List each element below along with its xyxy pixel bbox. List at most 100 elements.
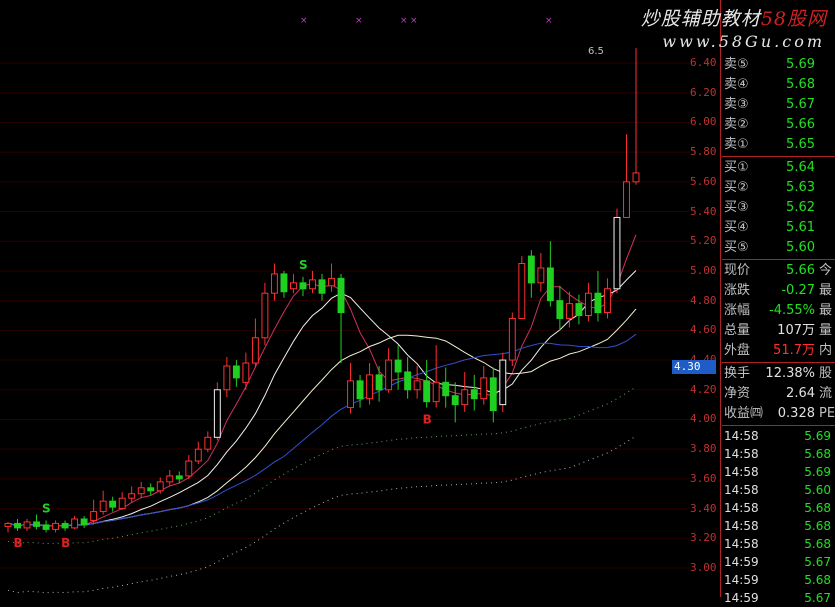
tick-row: 14:59 5.67: [722, 553, 835, 571]
tick-time: 14:58: [724, 483, 759, 497]
chart-canvas[interactable]: × × × × ×BSBSB: [0, 0, 690, 597]
candle-body: [613, 216, 621, 290]
price-axis-label: 6.20: [690, 85, 717, 99]
quote-panel: 卖⑤ 5.69 卖④ 5.68 卖③ 5.67 卖② 5.66 卖① 5.65 买① 5.64 买② 5.…: [722, 55, 835, 605]
stat-row-cut-label: 流: [819, 386, 833, 401]
candle-body: [33, 521, 40, 527]
candle-body: [366, 374, 374, 400]
candle-body: [489, 377, 497, 412]
tick-row: 14:58 5.68: [722, 517, 835, 535]
quote-row-cut-label: 内: [819, 343, 833, 358]
candle-body: [394, 359, 402, 373]
quote-row-label: 涨幅: [724, 303, 751, 318]
candle-body: [537, 267, 545, 284]
order-book-ask-label: 卖③: [724, 97, 749, 112]
tick-row: 14:58 5.68: [722, 499, 835, 517]
order-book-ask-label: 卖①: [724, 137, 749, 152]
quote-row: 总量 107万量: [722, 321, 835, 341]
top-marker: ×: [410, 16, 418, 26]
candle-body: [442, 381, 450, 397]
candle-body: [213, 389, 221, 438]
quote-row-cut-label: 量: [819, 323, 833, 338]
signal-marker: S: [299, 258, 308, 272]
tick-time: 14:59: [724, 573, 759, 587]
price-axis-label: 3.40: [690, 501, 717, 515]
candle-body: [565, 303, 573, 319]
tick-price: 5.68: [804, 519, 831, 533]
order-book-bid-value: 5.63: [786, 180, 815, 195]
stat-row-cut-label: 股: [819, 366, 833, 381]
panel-separator: [722, 362, 835, 363]
stat-row-cut-label: PE: [819, 406, 835, 421]
candle-body: [594, 292, 602, 314]
candle-body: [546, 267, 554, 302]
order-book-bid-label: 买②: [724, 180, 749, 195]
candle-body: [156, 481, 164, 492]
panel-separator: [722, 425, 835, 426]
signal-marker: B: [14, 536, 23, 550]
ma10-line: [7, 270, 637, 527]
stat-row-value: 12.38%: [765, 366, 815, 381]
ma60-dotted-line: [7, 435, 637, 594]
quote-row-label: 外盘: [724, 343, 751, 358]
price-axis-label: 5.80: [690, 145, 717, 159]
candlestick-chart[interactable]: × × × × × B S B S B: [0, 0, 720, 597]
stat-row: 净资 2.64 流: [722, 384, 835, 404]
candle-body: [413, 380, 421, 391]
watermark: 炒股辅助教材58股网 www.58Gu.com: [600, 0, 835, 60]
tick-price: 5.67: [804, 591, 831, 605]
candle-body: [623, 181, 630, 218]
panel-separator: [722, 259, 835, 260]
tick-price: 5.68: [804, 447, 831, 461]
order-book-ask: 卖① 5.65: [722, 135, 835, 155]
order-book-bid-label: 买①: [724, 160, 749, 175]
order-book-ask-label: 卖⑤: [724, 57, 749, 72]
stat-row-value: 2.64: [786, 386, 815, 401]
cursor-price-label: 4.30: [672, 360, 716, 374]
candle-body: [499, 359, 507, 406]
quote-row-cut-label: 最: [819, 303, 833, 318]
candle-body: [584, 292, 592, 316]
order-book-ask-value: 5.68: [786, 77, 815, 92]
top-marker: ×: [355, 16, 363, 26]
candle-body: [299, 282, 307, 290]
price-axis-label: 6.00: [690, 115, 717, 129]
tick-price: 5.60: [804, 483, 831, 497]
quote-row-label: 现价: [724, 263, 751, 278]
candle-body: [328, 277, 335, 287]
order-book-bid: 买④ 5.61: [722, 218, 835, 238]
candle-body: [242, 362, 250, 383]
stat-row: 换手 12.38% 股: [722, 364, 835, 384]
quote-row-value: -4.55%: [769, 303, 815, 318]
candle-body: [14, 522, 21, 529]
tick-price: 5.69: [804, 465, 831, 479]
candle-body: [280, 273, 288, 293]
order-book-ask-value: 5.69: [786, 57, 815, 72]
candle-body: [42, 524, 50, 530]
candle-body: [52, 522, 60, 530]
candle-body: [147, 487, 155, 492]
candle-body: [109, 500, 117, 508]
candle-body: [423, 380, 431, 403]
quote-row-cut-label: 最: [819, 283, 833, 298]
order-book-ask-value: 5.65: [786, 137, 815, 152]
stat-row-label: 换手: [724, 366, 751, 381]
order-book-bid-value: 5.60: [786, 240, 815, 255]
candle-body: [480, 377, 488, 400]
tick-price: 5.68: [804, 501, 831, 515]
tick-time: 14:59: [724, 591, 759, 605]
candle-body: [404, 371, 412, 391]
signal-marker: B: [61, 536, 70, 550]
quote-row: 涨幅 -4.55% 最: [722, 301, 835, 321]
tick-row: 14:58 5.69: [722, 427, 835, 445]
stat-row-value: 0.328: [777, 406, 815, 421]
tick-time: 14:58: [724, 537, 759, 551]
tick-price: 5.68: [804, 573, 831, 587]
quote-row-value: 51.7万: [773, 343, 815, 358]
tick-row: 14:59 5.68: [722, 571, 835, 589]
order-book-ask-label: 卖②: [724, 117, 749, 132]
order-book-bid: 买③ 5.62: [722, 198, 835, 218]
candle-body: [451, 395, 459, 406]
candle-body: [309, 279, 316, 290]
tick-row: 14:58 5.69: [722, 463, 835, 481]
